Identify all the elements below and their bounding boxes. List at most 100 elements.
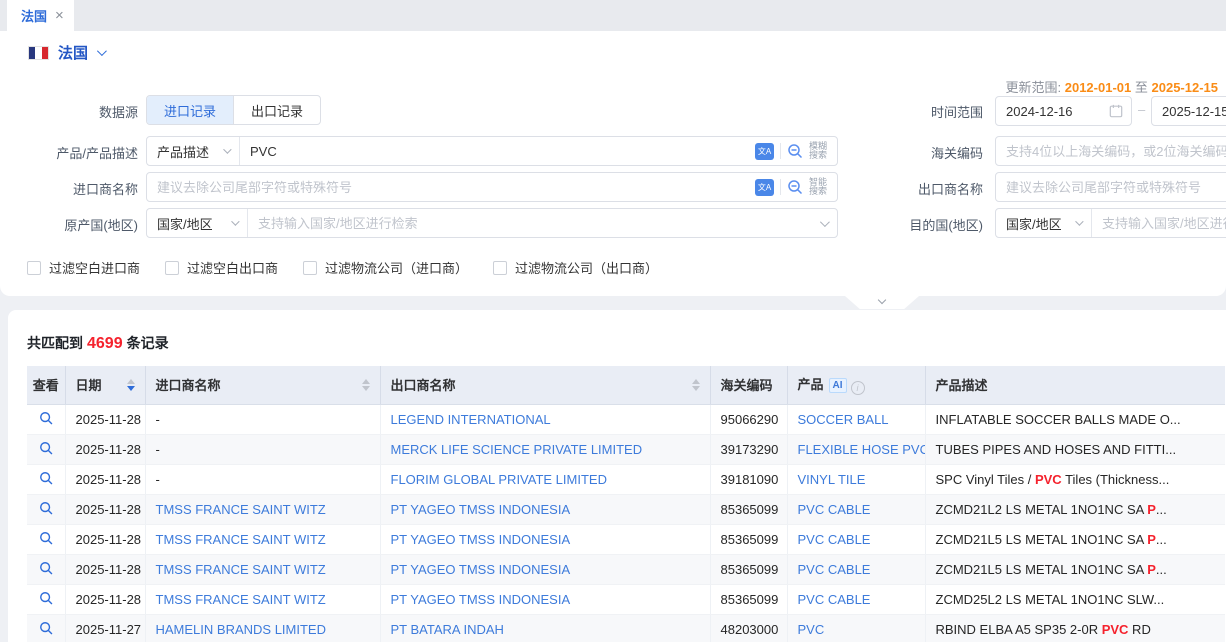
toggle-export-records[interactable]: 出口记录 [233, 96, 320, 124]
product-cell: PVC CABLE [787, 584, 925, 614]
checkbox-icon[interactable] [493, 261, 507, 275]
exporter-link[interactable]: LEGEND INTERNATIONAL [391, 412, 551, 427]
exporter-cell: PT YAGEO TMSS INDONESIA [380, 524, 710, 554]
view-detail-icon[interactable] [39, 591, 53, 605]
date-range-separator: – [1138, 102, 1145, 117]
exporter-link[interactable]: FLORIM GLOBAL PRIVATE LIMITED [391, 472, 607, 487]
collapse-panel-button[interactable] [845, 296, 919, 309]
sort-control-exporter[interactable] [692, 379, 700, 391]
product-link[interactable]: SOCCER BALL [798, 412, 889, 427]
filter-checkbox[interactable]: 过滤物流公司（进口商） [303, 258, 468, 277]
exporter-link[interactable]: PT YAGEO TMSS INDONESIA [391, 532, 571, 547]
exporter-cell: PT YAGEO TMSS INDONESIA [380, 494, 710, 524]
view-cell [27, 434, 65, 464]
checkbox-icon[interactable] [165, 261, 179, 275]
column-exporter[interactable]: 出口商名称 [380, 366, 710, 404]
view-detail-icon[interactable] [39, 411, 53, 425]
product-link[interactable]: FLEXIBLE HOSE PVC [798, 442, 926, 457]
product-type-select[interactable]: 产品描述 [147, 142, 239, 161]
tab-france[interactable]: 法国 × [7, 0, 74, 31]
calendar-icon [1109, 104, 1123, 118]
fuzzy-search-icon[interactable] [787, 143, 803, 159]
product-link[interactable]: PVC CABLE [798, 562, 871, 577]
filter-checkbox[interactable]: 过滤空白进口商 [27, 258, 140, 277]
hs-code-cell: 85365099 [710, 494, 787, 524]
destination-country-select[interactable]: 国家/地区 [996, 214, 1091, 233]
hs-code-input[interactable] [996, 137, 1226, 165]
exporter-link[interactable]: PT YAGEO TMSS INDONESIA [391, 562, 571, 577]
summary-suffix: 条记录 [127, 335, 169, 351]
checkbox-icon[interactable] [27, 261, 41, 275]
smart-search-icon[interactable] [787, 179, 803, 195]
product-link[interactable]: PVC [798, 622, 825, 637]
match-count: 4699 [83, 335, 127, 352]
exporter-link[interactable]: PT BATARA INDAH [391, 622, 504, 637]
exporter-name-input[interactable] [996, 173, 1226, 201]
view-cell [27, 614, 65, 642]
chevron-down-icon[interactable] [820, 217, 830, 227]
sort-control-date[interactable] [127, 379, 135, 391]
product-desc-cell: TUBES PIPES AND HOSES AND FITTI... [925, 434, 1225, 464]
destination-country-input[interactable] [1092, 209, 1226, 237]
importer-link[interactable]: TMSS FRANCE SAINT WITZ [156, 532, 326, 547]
sort-asc-icon[interactable] [362, 379, 370, 384]
checkbox-icon[interactable] [303, 261, 317, 275]
toggle-import-records[interactable]: 进口记录 [147, 96, 233, 124]
close-icon[interactable]: × [55, 8, 64, 23]
date-start-input[interactable]: 2024-12-16 [995, 96, 1132, 126]
column-date[interactable]: 日期 [65, 366, 145, 404]
france-flag-icon [28, 46, 49, 60]
importer-link[interactable]: HAMELIN BRANDS LIMITED [156, 622, 326, 637]
fuzzy-search-label[interactable]: 模糊搜索 [809, 142, 829, 160]
date-cell: 2025-11-27 [65, 614, 145, 642]
origin-country-input[interactable] [248, 209, 820, 237]
exporter-label: 出口商名称 [863, 179, 983, 198]
importer-link[interactable]: TMSS FRANCE SAINT WITZ [156, 562, 326, 577]
product-link[interactable]: PVC CABLE [798, 532, 871, 547]
importer-cell: TMSS FRANCE SAINT WITZ [145, 584, 380, 614]
update-range-end: 2025-12-15 [1152, 80, 1219, 95]
view-detail-icon[interactable] [39, 561, 53, 575]
view-detail-icon[interactable] [39, 471, 53, 485]
product-link[interactable]: PVC CABLE [798, 592, 871, 607]
view-detail-icon[interactable] [39, 441, 53, 455]
keyword-highlight: P [1147, 532, 1156, 547]
product-desc-cell: ZCMD21L2 LS METAL 1NO1NC SA P... [925, 494, 1225, 524]
sort-desc-icon[interactable] [692, 386, 700, 391]
sort-control-importer[interactable] [362, 379, 370, 391]
importer-link[interactable]: TMSS FRANCE SAINT WITZ [156, 592, 326, 607]
view-detail-icon[interactable] [39, 621, 53, 635]
sort-asc-icon[interactable] [692, 379, 700, 384]
importer-link[interactable]: TMSS FRANCE SAINT WITZ [156, 502, 326, 517]
exporter-cell: LEGEND INTERNATIONAL [380, 404, 710, 434]
product-search-control: 产品描述 文A 模糊搜索 [146, 136, 838, 166]
exporter-name-field [995, 172, 1226, 202]
product-search-input[interactable] [240, 137, 755, 165]
exporter-link[interactable]: PT YAGEO TMSS INDONESIA [391, 502, 571, 517]
tab-label: 法国 [21, 6, 47, 25]
importer-name-input[interactable] [147, 173, 755, 201]
product-link[interactable]: PVC CABLE [798, 502, 871, 517]
info-icon[interactable]: i [851, 381, 865, 395]
product-desc-cell: ZCMD21L5 LS METAL 1NO1NC SA P... [925, 524, 1225, 554]
exporter-link[interactable]: PT YAGEO TMSS INDONESIA [391, 592, 571, 607]
translate-icon[interactable]: 文A [755, 179, 774, 196]
country-header[interactable]: 法国 [28, 42, 104, 63]
view-detail-icon[interactable] [39, 501, 53, 515]
date-end-input[interactable]: 2025-12-15 [1151, 96, 1226, 126]
origin-country-select[interactable]: 国家/地区 [147, 214, 247, 233]
smart-search-label[interactable]: 智能搜索 [809, 178, 829, 196]
date-cell: 2025-11-28 [65, 584, 145, 614]
column-importer[interactable]: 进口商名称 [145, 366, 380, 404]
view-cell [27, 584, 65, 614]
filter-checkbox[interactable]: 过滤空白出口商 [165, 258, 278, 277]
chevron-down-icon [1075, 217, 1083, 225]
exporter-link[interactable]: MERCK LIFE SCIENCE PRIVATE LIMITED [391, 442, 643, 457]
translate-icon[interactable]: 文A [755, 143, 774, 160]
filter-checkbox[interactable]: 过滤物流公司（出口商） [493, 258, 658, 277]
sort-desc-icon[interactable] [362, 386, 370, 391]
sort-desc-icon[interactable] [127, 386, 135, 391]
product-link[interactable]: VINYL TILE [798, 472, 866, 487]
sort-asc-icon[interactable] [127, 379, 135, 384]
view-detail-icon[interactable] [39, 531, 53, 545]
